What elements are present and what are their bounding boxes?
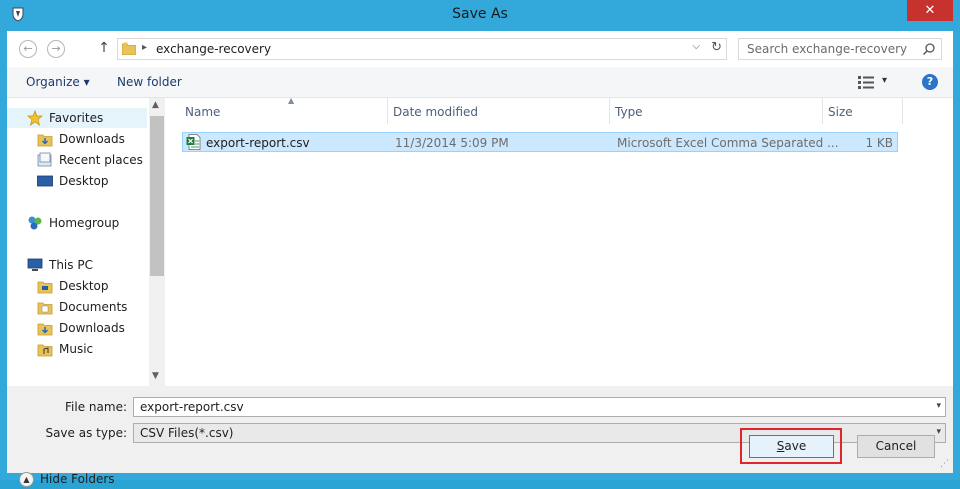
sidebar-item-desktop-pc[interactable]: Desktop [7,276,147,296]
sidebar-item-label: This PC [49,258,93,272]
scroll-down-icon[interactable]: ▼ [152,371,159,381]
sidebar-item-this-pc[interactable]: This PC [7,255,147,275]
folder-icon [122,42,136,55]
sidebar-item-downloads[interactable]: Downloads [7,129,147,149]
sidebar-item-desktop[interactable]: Desktop [7,171,147,191]
forward-button[interactable]: → [47,40,65,58]
sidebar-item-label: Music [59,342,94,356]
save-as-dialog: Save As ✕ ← → ↑ ▸ exchange-recovery ⌵ ↻ … [0,0,960,487]
address-row: ← → ↑ ▸ exchange-recovery ⌵ ↻ Search exc… [7,31,953,67]
help-icon[interactable]: ? [922,74,938,90]
sidebar-item-label: Favorites [49,111,104,125]
sidebar-item-music[interactable]: Music [7,339,147,359]
file-name-field[interactable]: export-report.csv ▾ [133,397,946,417]
navigation-pane: Favorites Downloads Recent places Deskto… [7,98,165,386]
downloads-folder-icon [37,134,53,147]
column-size[interactable]: Size [823,98,903,124]
column-type[interactable]: Type [610,98,823,124]
star-icon [27,110,43,126]
file-list-pane: ▲ Name Date modified Type Size export-re… [165,96,953,386]
sidebar-item-label: Documents [59,300,128,314]
hide-folders-toggle[interactable]: ▲ Hide Folders [19,471,119,489]
file-name-value: export-report.csv [140,400,244,414]
sidebar-item-recent-places[interactable]: Recent places [7,150,147,170]
column-date-modified[interactable]: Date modified [388,98,610,124]
computer-icon [27,258,43,271]
column-label: Name [185,105,221,119]
column-label: Date modified [393,105,479,119]
sidebar-item-homegroup[interactable]: Homegroup [7,213,147,233]
sidebar-item-documents[interactable]: Documents [7,297,147,317]
music-folder-icon [37,344,53,357]
title-bar: Save As ✕ [0,0,960,31]
downloads-folder-icon [37,323,53,336]
breadcrumb-separator-icon[interactable]: ▸ [142,42,147,53]
window-title: Save As [452,6,508,22]
file-row[interactable]: export-report.csv 11/3/2014 5:09 PM Micr… [182,132,898,152]
file-name-label: File name: [65,400,127,414]
organize-menu[interactable]: Organize ▾ [26,75,90,89]
sort-ascending-icon: ▲ [288,96,295,105]
navigation-scrollbar[interactable]: ▲ ▼ [149,98,165,386]
sidebar-item-downloads-pc[interactable]: Downloads [7,318,147,338]
view-dropdown-icon[interactable]: ▾ [882,75,887,86]
sidebar-item-label: Desktop [59,279,109,293]
save-button[interactable]: Save [749,435,834,458]
sidebar-item-label: Recent places [59,153,143,167]
column-name[interactable]: ▲ Name [180,96,388,124]
command-bar: Organize ▾ New folder ▾ ? [7,67,953,98]
sidebar-item-favorites[interactable]: Favorites [7,108,147,128]
search-input[interactable]: Search exchange-recovery [738,38,942,60]
back-button[interactable]: ← [19,40,37,58]
refresh-icon[interactable]: ↻ [711,40,722,55]
cancel-button[interactable]: Cancel [857,435,935,458]
desktop-folder-icon [37,281,53,294]
address-bar[interactable]: ▸ exchange-recovery ⌵ ↻ [117,38,727,60]
search-placeholder: Search exchange-recovery [747,42,908,56]
file-size: 1 KB [865,136,893,150]
save-type-value: CSV Files(*.csv) [140,426,234,440]
file-name-dropdown-icon[interactable]: ▾ [936,401,941,411]
save-type-label: Save as type: [45,426,127,440]
search-icon[interactable] [922,42,936,56]
scrollbar-thumb[interactable] [150,116,164,276]
documents-folder-icon [37,302,53,315]
recent-places-icon [37,152,52,167]
view-options-icon[interactable] [858,76,874,89]
file-type: Microsoft Excel Comma Separated ... [617,136,839,150]
file-date-modified: 11/3/2014 5:09 PM [395,136,509,150]
scroll-up-icon[interactable]: ▲ [152,100,159,110]
up-button[interactable]: ↑ [97,39,111,57]
column-header: ▲ Name Date modified Type Size [165,96,953,124]
excel-csv-icon [186,134,201,150]
hide-folders-label: Hide Folders [40,472,115,486]
file-name: export-report.csv [206,136,310,150]
save-label: ave [784,439,807,453]
sidebar-item-label: Desktop [59,174,109,188]
address-dropdown-icon[interactable]: ⌵ [692,41,700,52]
desktop-icon [37,175,53,187]
save-type-dropdown-icon[interactable]: ▾ [936,427,941,437]
new-folder-button[interactable]: New folder [117,75,182,89]
sidebar-item-label: Downloads [59,132,125,146]
column-label: Size [828,105,853,119]
dialog-client-area: ← → ↑ ▸ exchange-recovery ⌵ ↻ Search exc… [7,31,953,487]
homegroup-icon [28,216,42,230]
close-button[interactable]: ✕ [907,0,953,21]
column-label: Type [615,105,643,119]
sidebar-item-label: Homegroup [49,216,120,230]
breadcrumb-folder[interactable]: exchange-recovery [156,42,271,56]
sidebar-item-label: Downloads [59,321,125,335]
resize-grip-icon[interactable]: ⋰ [940,459,949,469]
